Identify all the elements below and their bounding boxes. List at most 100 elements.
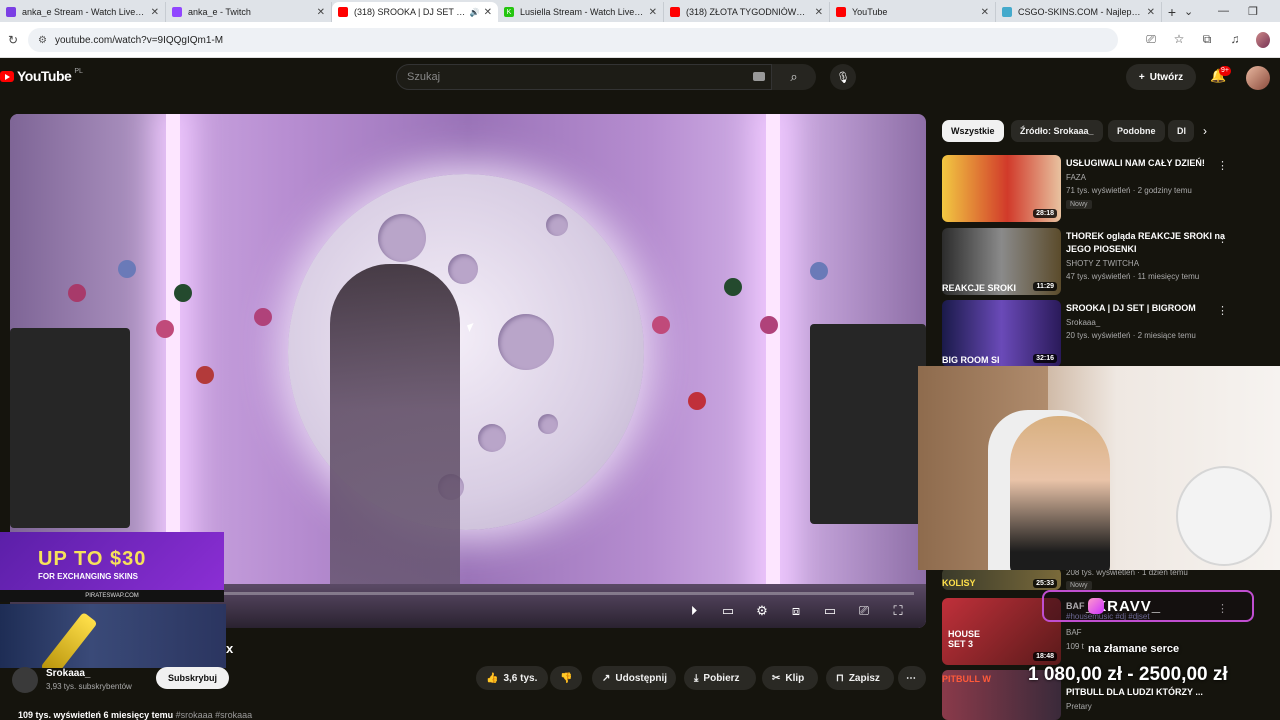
- video-channel[interactable]: SHOTY Z TWITCHA: [1066, 259, 1139, 268]
- reload-icon[interactable]: ↻: [2, 33, 24, 47]
- download-icon: ⤓: [694, 672, 699, 684]
- more-vertical-icon[interactable]: ⋮: [1217, 304, 1228, 317]
- plus-icon: +: [1138, 71, 1145, 83]
- video-duration: 25:33: [1033, 579, 1057, 588]
- site-info-icon[interactable]: ⚙: [38, 35, 47, 46]
- browser-tab[interactable]: anka_e - Twitch ✕: [166, 2, 332, 22]
- thumbs-down-icon: 👎: [560, 672, 573, 684]
- profile-avatar[interactable]: [1256, 32, 1270, 48]
- theater-mode-icon[interactable]: ▭: [820, 603, 840, 619]
- knife-icon: [40, 611, 98, 668]
- video-meta: 20 tys. wyświetleń · 2 miesiące temu: [1066, 331, 1196, 340]
- video-meta: 71 tys. wyświetleń · 2 godziny temu: [1066, 186, 1192, 195]
- like-count: 3,6 tys.: [503, 672, 538, 684]
- dislike-button[interactable]: 👎: [550, 666, 582, 690]
- ad-banner[interactable]: UP TO $30 FOR EXCHANGING SKINS PIRATESWA…: [0, 532, 224, 602]
- tab-title: YouTube: [852, 7, 888, 17]
- channel-avatar[interactable]: [12, 667, 38, 693]
- browser-tab[interactable]: YouTube ✕: [830, 2, 996, 22]
- thumbnail-text: REAKCJE SROKI: [942, 283, 1017, 293]
- recommended-video[interactable]: REAKCJE SROKI 11:29 THOREK ogląda REAKCJ…: [942, 228, 1272, 298]
- tab-close-icon[interactable]: ✕: [151, 7, 159, 18]
- video-thumbnail[interactable]: BIG ROOM SI 32:16: [942, 300, 1061, 367]
- views-date: 109 tys. wyświetleń 6 miesięcy temu: [18, 710, 174, 720]
- search-input[interactable]: Szukaj: [396, 64, 772, 90]
- browser-tab[interactable]: (318) SROOKA | DJ SET | Te 🔊 ✕: [332, 2, 498, 22]
- ad-site: PIRATESWAP.COM: [0, 590, 224, 602]
- video-channel[interactable]: Pretary: [1066, 702, 1092, 711]
- subtitles-icon[interactable]: ▭: [718, 603, 738, 619]
- more-vertical-icon[interactable]: ⋮: [1217, 232, 1228, 245]
- notification-badge: 9+: [1219, 66, 1231, 76]
- bookmark-star-icon[interactable]: ☆: [1172, 32, 1186, 48]
- browser-tab[interactable]: K Lusiella Stream - Watch Live on ✕: [498, 2, 664, 22]
- tab-close-icon[interactable]: ✕: [484, 7, 492, 18]
- save-button[interactable]: ⊓ Zapisz: [826, 666, 894, 690]
- voice-search-button[interactable]: 🎙: [830, 64, 856, 90]
- subscribe-button[interactable]: Subskrybuj: [156, 667, 229, 689]
- share-button[interactable]: ↗ Udostępnij: [592, 666, 676, 690]
- description-summary[interactable]: 109 tys. wyświetleń 6 miesięcy temu #sro…: [18, 710, 252, 720]
- like-button[interactable]: 👍 3,6 tys.: [476, 666, 548, 690]
- tab-close-icon[interactable]: ✕: [1147, 7, 1155, 18]
- description-hashtags[interactable]: #srokaaa #srokaaa: [176, 710, 253, 720]
- clip-button[interactable]: ✂ Klip: [762, 666, 818, 690]
- clip-label: Klip: [785, 672, 805, 684]
- new-badge: Nowy: [1066, 200, 1092, 209]
- download-button[interactable]: ⤓ Pobierz: [684, 666, 756, 690]
- settings-gear-icon[interactable]: ⚙: [752, 603, 772, 619]
- video-duration: 28:18: [1033, 209, 1057, 218]
- extensions-icon[interactable]: ⧉: [1200, 32, 1214, 48]
- chip-more[interactable]: Dl: [1168, 120, 1194, 142]
- keyboard-icon[interactable]: [753, 72, 765, 81]
- fullscreen-icon[interactable]: ⛶: [888, 603, 908, 619]
- address-bar[interactable]: ⚙ youtube.com/watch?v=9IQQgIQm1-M: [28, 28, 1118, 52]
- create-button[interactable]: + Utwórz: [1126, 64, 1196, 90]
- browser-tab[interactable]: anka_e Stream - Watch Live on ✕: [0, 2, 166, 22]
- browser-tab[interactable]: (318) ZŁOTA TYGODNIÓWKA | 4 ✕: [664, 2, 830, 22]
- account-avatar[interactable]: [1246, 66, 1270, 90]
- tab-close-icon[interactable]: ✕: [317, 7, 325, 18]
- cast-icon[interactable]: ⎚: [854, 603, 874, 619]
- tab-search-icon[interactable]: ⌄: [1184, 0, 1193, 22]
- tab-favicon-icon: [836, 7, 846, 17]
- chip-similar[interactable]: Podobne: [1108, 120, 1165, 142]
- recommended-video[interactable]: BIG ROOM SI 32:16 SROOKA | DJ SET | BIGR…: [942, 300, 1272, 370]
- cast-icon[interactable]: ⎚: [1144, 32, 1158, 48]
- more-vertical-icon[interactable]: ⋮: [1217, 159, 1228, 172]
- video-duration: 32:16: [1033, 354, 1057, 363]
- maximize-icon[interactable]: ❐: [1248, 0, 1258, 22]
- youtube-logo[interactable]: YouTube PL: [0, 68, 83, 84]
- channel-name[interactable]: Srokaaa_: [46, 668, 90, 679]
- new-tab-icon[interactable]: +: [1162, 2, 1182, 22]
- video-channel[interactable]: FAZA: [1066, 173, 1086, 182]
- tab-close-icon[interactable]: ✕: [815, 7, 823, 18]
- tab-close-icon[interactable]: ✕: [649, 7, 657, 18]
- media-icon[interactable]: ♫: [1228, 32, 1242, 48]
- chevron-right-icon[interactable]: ›: [1203, 124, 1207, 138]
- minimize-icon[interactable]: —: [1218, 0, 1229, 22]
- tab-title: anka_e Stream - Watch Live on: [22, 7, 147, 17]
- ad-headline: UP TO $30: [38, 548, 147, 570]
- tab-favicon-icon: [338, 7, 348, 17]
- video-thumbnail[interactable]: REAKCJE SROKI 11:29: [942, 228, 1061, 295]
- video-thumbnail[interactable]: KOLISY 25:33: [942, 568, 1061, 590]
- video-channel[interactable]: BAF: [1066, 628, 1082, 637]
- tab-close-icon[interactable]: ✕: [981, 7, 989, 18]
- chip-source[interactable]: Źródło: Srokaaa_: [1011, 120, 1103, 142]
- video-channel[interactable]: Srokaaa_: [1066, 318, 1100, 327]
- miniplayer-icon[interactable]: ⧈: [786, 603, 806, 619]
- browser-tab[interactable]: CSGO-SKINS.COM - Najlepsze ✕: [996, 2, 1162, 22]
- search-icon: ⌕: [790, 69, 798, 84]
- tab-audio-icon[interactable]: 🔊: [470, 8, 480, 17]
- video-meta: 109 t: [1066, 642, 1084, 651]
- autoplay-toggle-icon[interactable]: ⏵: [684, 603, 704, 619]
- more-actions-button[interactable]: ⋯: [898, 666, 926, 690]
- chip-all[interactable]: Wszystkie: [942, 120, 1004, 142]
- ad-knife-image[interactable]: [0, 604, 226, 668]
- video-thumbnail[interactable]: 28:18: [942, 155, 1061, 222]
- video-title[interactable]: PITBULL DLA LUDZI KTÓRZY ...: [1066, 686, 1246, 699]
- recommended-video[interactable]: 28:18 USŁUGIWALI NAM CAŁY DZIEŃ! FAZA 71…: [942, 155, 1272, 225]
- search-button[interactable]: ⌕: [772, 64, 816, 90]
- video-title: x: [226, 641, 234, 656]
